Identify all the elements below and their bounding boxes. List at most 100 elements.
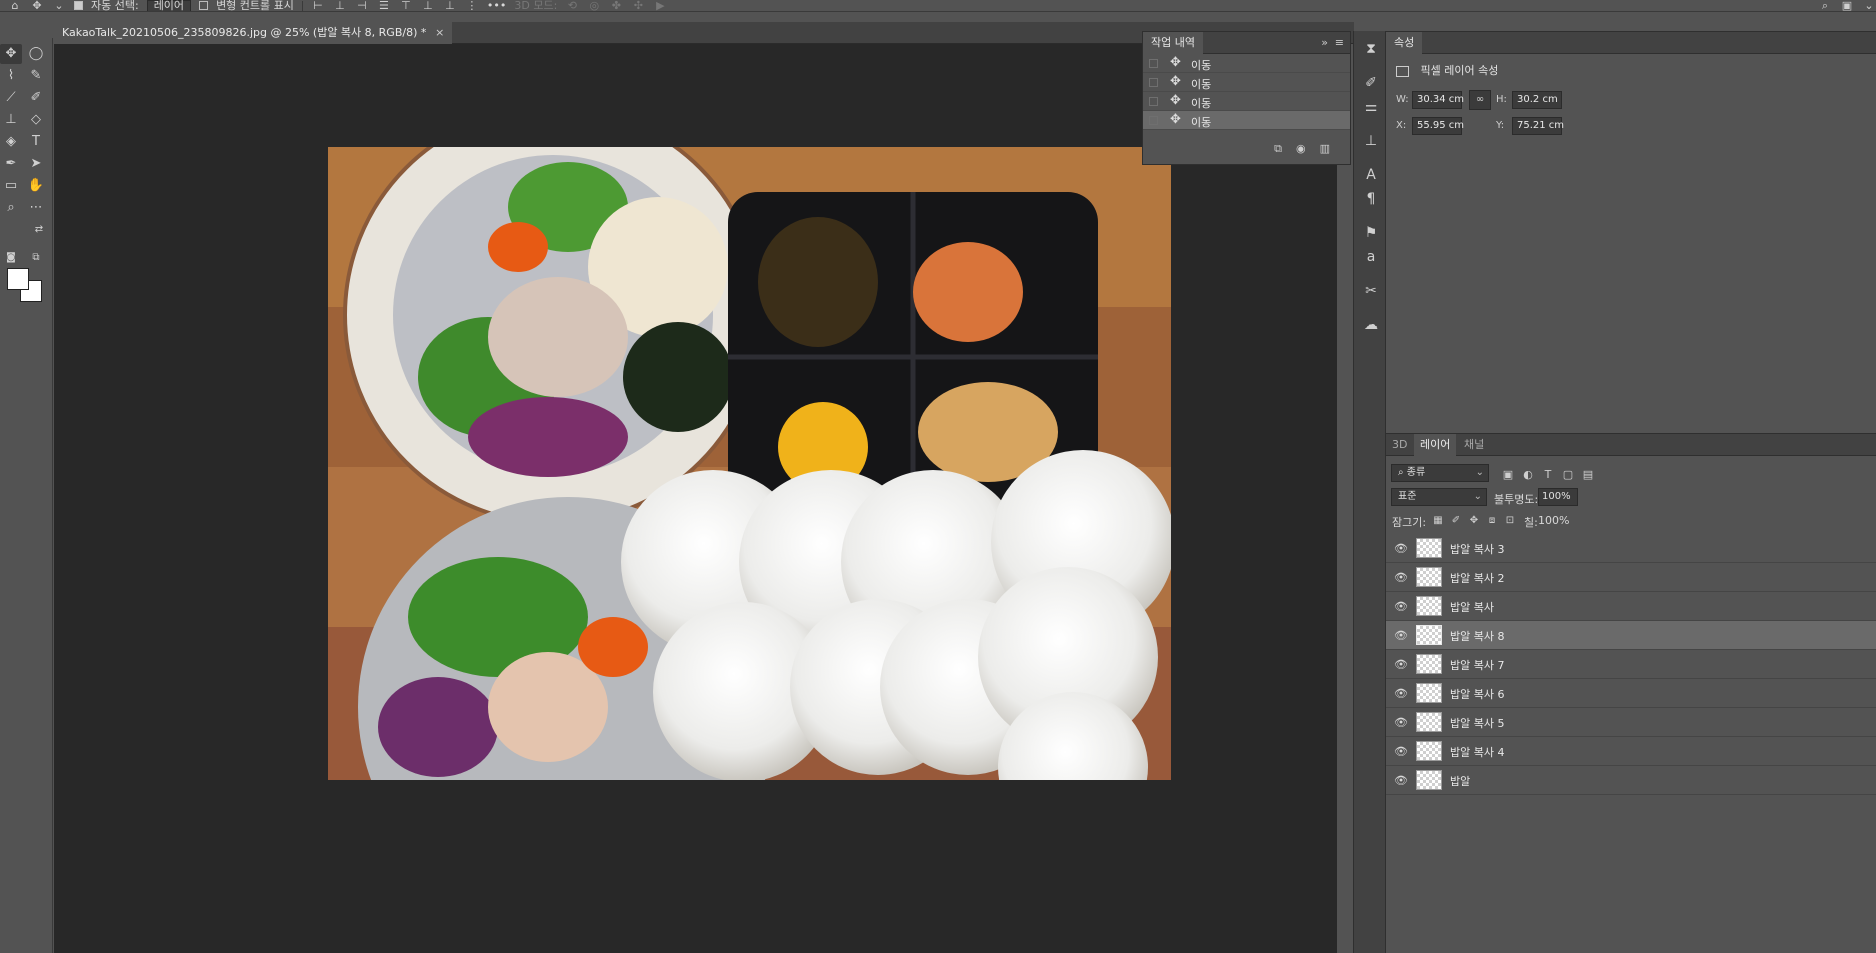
visibility-eye-icon[interactable]: 👁 bbox=[1394, 600, 1408, 613]
screen-mode-icon[interactable]: ⧉ bbox=[25, 248, 47, 268]
history-brush-source-checkbox[interactable] bbox=[1149, 59, 1158, 68]
paragraph-icon[interactable]: ¶ bbox=[1360, 189, 1382, 209]
filter-smart-object-icon[interactable]: ▤ bbox=[1581, 468, 1595, 482]
type-tool-icon[interactable]: T bbox=[25, 132, 47, 152]
visibility-eye-icon[interactable]: 👁 bbox=[1394, 687, 1408, 700]
snapshot-camera-icon[interactable]: ◉ bbox=[1296, 142, 1306, 156]
more-tools-icon[interactable]: ⋯ bbox=[25, 198, 47, 218]
visibility-eye-icon[interactable]: 👁 bbox=[1394, 716, 1408, 729]
distribute-icon[interactable]: ☰ bbox=[377, 0, 391, 11]
layer-row[interactable]: 👁 밥알 복사 7 bbox=[1386, 650, 1876, 679]
align-right-icon[interactable]: ⊣ bbox=[355, 0, 369, 11]
character-icon[interactable]: A bbox=[1360, 165, 1382, 185]
stamp-tool-icon[interactable]: ⊥ bbox=[0, 110, 22, 130]
eraser-tool-icon[interactable]: ◇ bbox=[25, 110, 47, 130]
layer-row[interactable]: 👁 밥알 bbox=[1386, 766, 1876, 795]
glyphs-icon[interactable]: ⚑ bbox=[1360, 223, 1382, 243]
quick-select-tool-icon[interactable]: ✎ bbox=[25, 66, 47, 86]
filter-pixel-icon[interactable]: ▣ bbox=[1501, 468, 1515, 482]
layer-row[interactable]: 👁 밥알 복사 bbox=[1386, 592, 1876, 621]
clone-source-icon[interactable]: ⊥ bbox=[1360, 131, 1382, 151]
document-tab[interactable]: KakaoTalk_20210506_235809826.jpg @ 25% (… bbox=[54, 22, 453, 44]
marquee-tool-icon[interactable]: ◯ bbox=[25, 44, 47, 64]
panel-menu-icon[interactable]: ≡ bbox=[1335, 36, 1344, 49]
chevron-down-icon[interactable]: ⌄ bbox=[52, 0, 66, 11]
history-item[interactable]: ✥ 이동 bbox=[1143, 92, 1350, 111]
fill-value[interactable]: 100% bbox=[1538, 514, 1569, 527]
layer-row[interactable]: 👁 밥알 복사 3 bbox=[1386, 534, 1876, 563]
rectangle-tool-icon[interactable]: ▭ bbox=[0, 176, 22, 196]
document-image[interactable] bbox=[328, 147, 1171, 780]
foreground-color-swatch[interactable] bbox=[7, 268, 29, 290]
align-bottom-icon[interactable]: ⊥ bbox=[443, 0, 457, 11]
align-top-icon[interactable]: ⊤ bbox=[399, 0, 413, 11]
zoom-tool-icon[interactable]: ⌕ bbox=[0, 198, 22, 218]
lock-transparent-icon[interactable]: ▦ bbox=[1431, 514, 1445, 528]
filter-type-icon[interactable]: T bbox=[1541, 468, 1555, 482]
auto-select-dropdown[interactable]: 레이어 bbox=[146, 0, 192, 11]
trash-icon[interactable]: ▥ bbox=[1320, 142, 1330, 156]
layer-row[interactable]: 👁 밥알 복사 8 bbox=[1386, 621, 1876, 650]
libraries-icon[interactable]: ☁ bbox=[1360, 315, 1382, 335]
tab-3d[interactable]: 3D bbox=[1386, 434, 1413, 456]
visibility-eye-icon[interactable]: 👁 bbox=[1394, 542, 1408, 555]
tab-properties[interactable]: 속성 bbox=[1386, 32, 1423, 54]
pen-tool-icon[interactable]: ✒ bbox=[0, 154, 22, 174]
lock-artboard-icon[interactable]: ⧈ bbox=[1485, 514, 1499, 528]
link-dimensions-icon[interactable]: ∞ bbox=[1469, 90, 1491, 110]
blend-mode-dropdown[interactable]: 표준 ⌄ bbox=[1391, 488, 1487, 506]
swap-colors-icon[interactable]: ⇄ bbox=[28, 220, 50, 240]
history-brush-source-checkbox[interactable] bbox=[1149, 78, 1158, 87]
history-brush-source-checkbox[interactable] bbox=[1149, 116, 1158, 125]
width-input[interactable]: 30.34 cm bbox=[1412, 91, 1464, 109]
tab-layers[interactable]: 레이어 bbox=[1414, 434, 1457, 456]
align-center-icon[interactable]: ⊥ bbox=[333, 0, 347, 11]
hand-tool-icon[interactable]: ✋ bbox=[25, 176, 47, 196]
layer-filter-dropdown[interactable]: ⌕ 종류 ⌄ bbox=[1391, 464, 1489, 482]
visibility-eye-icon[interactable]: 👁 bbox=[1394, 629, 1408, 642]
filter-adjustment-icon[interactable]: ◐ bbox=[1521, 468, 1535, 482]
search-icon[interactable]: ⌕ bbox=[1818, 0, 1832, 11]
align-left-icon[interactable]: ⊢ bbox=[311, 0, 325, 11]
visibility-eye-icon[interactable]: 👁 bbox=[1394, 774, 1408, 787]
new-document-from-state-icon[interactable]: ⧉ bbox=[1274, 142, 1282, 156]
lock-all-icon[interactable]: ⊡ bbox=[1503, 514, 1517, 528]
filter-shape-icon[interactable]: ▢ bbox=[1561, 468, 1575, 482]
path-select-tool-icon[interactable]: ➤ bbox=[25, 154, 47, 174]
layer-row[interactable]: 👁 밥알 복사 6 bbox=[1386, 679, 1876, 708]
layer-row[interactable]: 👁 밥알 복사 2 bbox=[1386, 563, 1876, 592]
tab-history[interactable]: 작업 내역 bbox=[1143, 32, 1203, 54]
adjustments-icon[interactable]: ⚌ bbox=[1360, 97, 1382, 117]
auto-select-checkbox[interactable] bbox=[74, 1, 83, 10]
visibility-eye-icon[interactable]: 👁 bbox=[1394, 745, 1408, 758]
lock-image-icon[interactable]: ✐ bbox=[1449, 514, 1463, 528]
distribute-vertical-icon[interactable]: ⋮ bbox=[465, 0, 479, 11]
home-icon[interactable]: ⌂ bbox=[8, 0, 22, 11]
collapse-panel-icon[interactable]: » bbox=[1321, 36, 1328, 49]
brush-settings-icon[interactable]: ✐ bbox=[1360, 73, 1382, 93]
x-input[interactable]: 55.95 cm bbox=[1412, 117, 1464, 135]
height-input[interactable]: 30.2 cm bbox=[1512, 91, 1562, 109]
brush-tool-icon[interactable]: ✐ bbox=[25, 88, 47, 108]
move-tool-icon[interactable]: ✥ bbox=[30, 0, 44, 11]
paint-bucket-tool-icon[interactable]: ◈ bbox=[0, 132, 22, 152]
eyedropper-tool-icon[interactable]: ⟋ bbox=[0, 88, 22, 108]
workspace-icon[interactable]: ▣ bbox=[1840, 0, 1854, 11]
y-input[interactable]: 75.21 cm bbox=[1512, 117, 1564, 135]
visibility-eye-icon[interactable]: 👁 bbox=[1394, 571, 1408, 584]
history-panel-icon[interactable]: ⧗ bbox=[1360, 39, 1382, 59]
quick-mask-icon[interactable]: ◙ bbox=[0, 248, 22, 268]
close-icon[interactable]: × bbox=[435, 22, 444, 44]
tool-presets-icon[interactable]: ✂ bbox=[1360, 281, 1382, 301]
character-styles-icon[interactable]: a bbox=[1360, 247, 1382, 267]
visibility-eye-icon[interactable]: 👁 bbox=[1394, 658, 1408, 671]
chevron-down-icon[interactable]: ⌄ bbox=[1862, 0, 1876, 11]
lasso-tool-icon[interactable]: ⌇ bbox=[0, 66, 22, 86]
move-tool-icon[interactable]: ✥ bbox=[0, 44, 22, 64]
canvas-area[interactable] bbox=[54, 44, 1337, 953]
more-options-button[interactable]: ••• bbox=[487, 0, 506, 11]
history-item[interactable]: ✥ 이동 bbox=[1143, 73, 1350, 92]
layer-row[interactable]: 👁 밥알 복사 4 bbox=[1386, 737, 1876, 766]
tab-channels[interactable]: 채널 bbox=[1458, 434, 1490, 456]
opacity-input[interactable]: 100% bbox=[1538, 488, 1578, 506]
